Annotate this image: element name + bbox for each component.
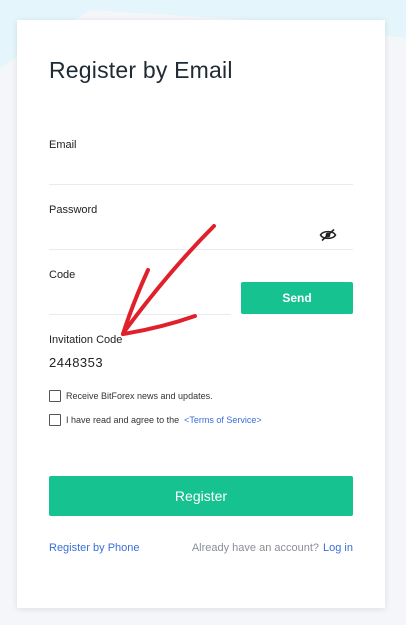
password-underline: [49, 249, 353, 250]
email-input[interactable]: [49, 160, 353, 180]
terms-of-service-link[interactable]: <Terms of Service>: [184, 415, 262, 425]
eye-slash-icon[interactable]: [319, 228, 337, 242]
register-button[interactable]: Register: [49, 476, 353, 516]
password-label: Password: [49, 204, 98, 216]
code-input[interactable]: [49, 290, 229, 310]
send-code-button[interactable]: Send: [241, 282, 353, 314]
code-label: Code: [49, 269, 76, 281]
register-by-phone-link[interactable]: Register by Phone: [49, 542, 140, 554]
page-title: Register by Email: [49, 57, 233, 83]
invitation-code-input[interactable]: 2448353: [49, 355, 103, 370]
login-link[interactable]: Log in: [323, 542, 353, 554]
register-card: Register by Email Email Password Code Se…: [17, 20, 385, 608]
email-underline: [49, 184, 353, 185]
code-underline: [49, 314, 231, 315]
invitation-code-label: Invitation Code: [49, 334, 123, 346]
terms-checkbox[interactable]: [49, 414, 61, 426]
password-input[interactable]: [49, 225, 314, 245]
terms-checkbox-row[interactable]: I have read and agree to the <Terms of S…: [49, 413, 262, 427]
news-checkbox[interactable]: [49, 390, 61, 402]
email-label: Email: [49, 139, 77, 151]
terms-checkbox-label: I have read and agree to the: [66, 415, 180, 425]
account-prompt-text: Already have an account?: [191, 542, 320, 554]
login-prompt: Already have an account? Log in: [192, 542, 353, 554]
news-checkbox-label: Receive BitForex news and updates.: [66, 391, 213, 401]
news-checkbox-row[interactable]: Receive BitForex news and updates.: [49, 389, 213, 403]
